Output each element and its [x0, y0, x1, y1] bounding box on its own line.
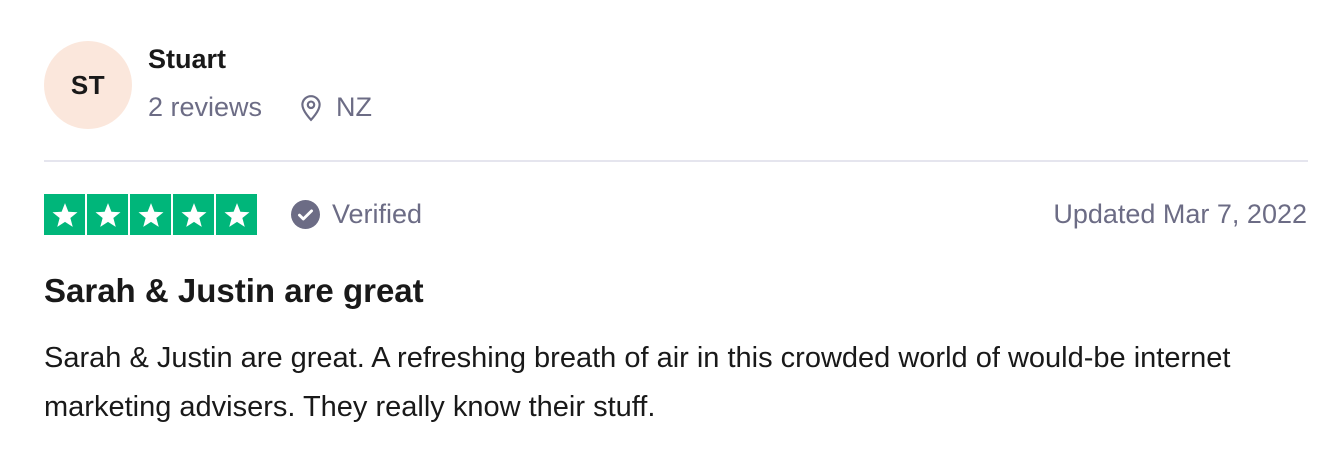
- reviewer-meta: 2 reviews NZ: [148, 92, 372, 123]
- review-count: 2 reviews: [148, 92, 263, 122]
- avatar-initials: ST: [70, 69, 106, 100]
- review-date: Updated Mar 7, 2022: [1053, 199, 1307, 229]
- review-card: ST Stuart 2 reviews NZ Verified Updated …: [0, 0, 1344, 449]
- star-icon: [216, 194, 257, 235]
- reviewer-name[interactable]: Stuart: [148, 44, 226, 75]
- verified-label: Verified: [332, 199, 423, 229]
- map-pin-icon: [301, 94, 321, 121]
- star-icon: [87, 194, 128, 235]
- star-icon: [130, 194, 171, 235]
- verified-badge[interactable]: Verified: [291, 199, 422, 230]
- review-title[interactable]: Sarah & Justin are great: [44, 272, 424, 310]
- star-icon: [173, 194, 214, 235]
- avatar[interactable]: ST: [44, 41, 132, 129]
- reviewer-location: NZ: [298, 92, 372, 123]
- divider: [44, 160, 1308, 162]
- star-icon: [44, 194, 85, 235]
- star-rating: [44, 194, 257, 235]
- review-body: Sarah & Justin are great. A refreshing b…: [44, 342, 1231, 423]
- location-text: NZ: [336, 92, 373, 122]
- check-circle-icon: [291, 200, 320, 229]
